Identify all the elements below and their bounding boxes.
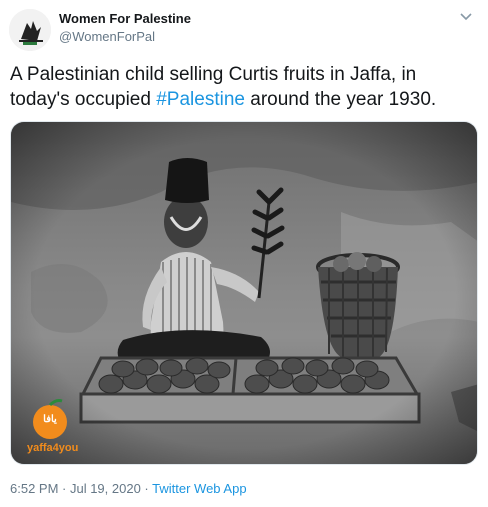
- tweet-text: A Palestinian child selling Curtis fruit…: [10, 62, 480, 112]
- timestamp-link[interactable]: 6:52 PM · Jul 19, 2020: [10, 481, 141, 496]
- tweet-photo[interactable]: يافا yaffa4you: [10, 121, 478, 465]
- chevron-down-icon[interactable]: [459, 12, 473, 22]
- tweet-meta: 6:52 PM · Jul 19, 2020 · Twitter Web App: [10, 481, 247, 496]
- author-handle[interactable]: @WomenForPal: [59, 29, 155, 44]
- hashtag-link[interactable]: #Palestine: [156, 89, 245, 110]
- avatar[interactable]: [9, 9, 51, 51]
- tweet-text-after: around the year 1930.: [244, 89, 437, 110]
- watermark-badge-text: يافا: [43, 414, 57, 425]
- author-display-name[interactable]: Women For Palestine: [59, 11, 191, 26]
- meta-separator: ·: [140, 481, 153, 496]
- bird-logo-icon: [9, 9, 51, 51]
- watermark-site-text: yaffa4you: [27, 442, 79, 454]
- photo-image: [11, 122, 477, 464]
- source-link[interactable]: Twitter Web App: [152, 481, 246, 496]
